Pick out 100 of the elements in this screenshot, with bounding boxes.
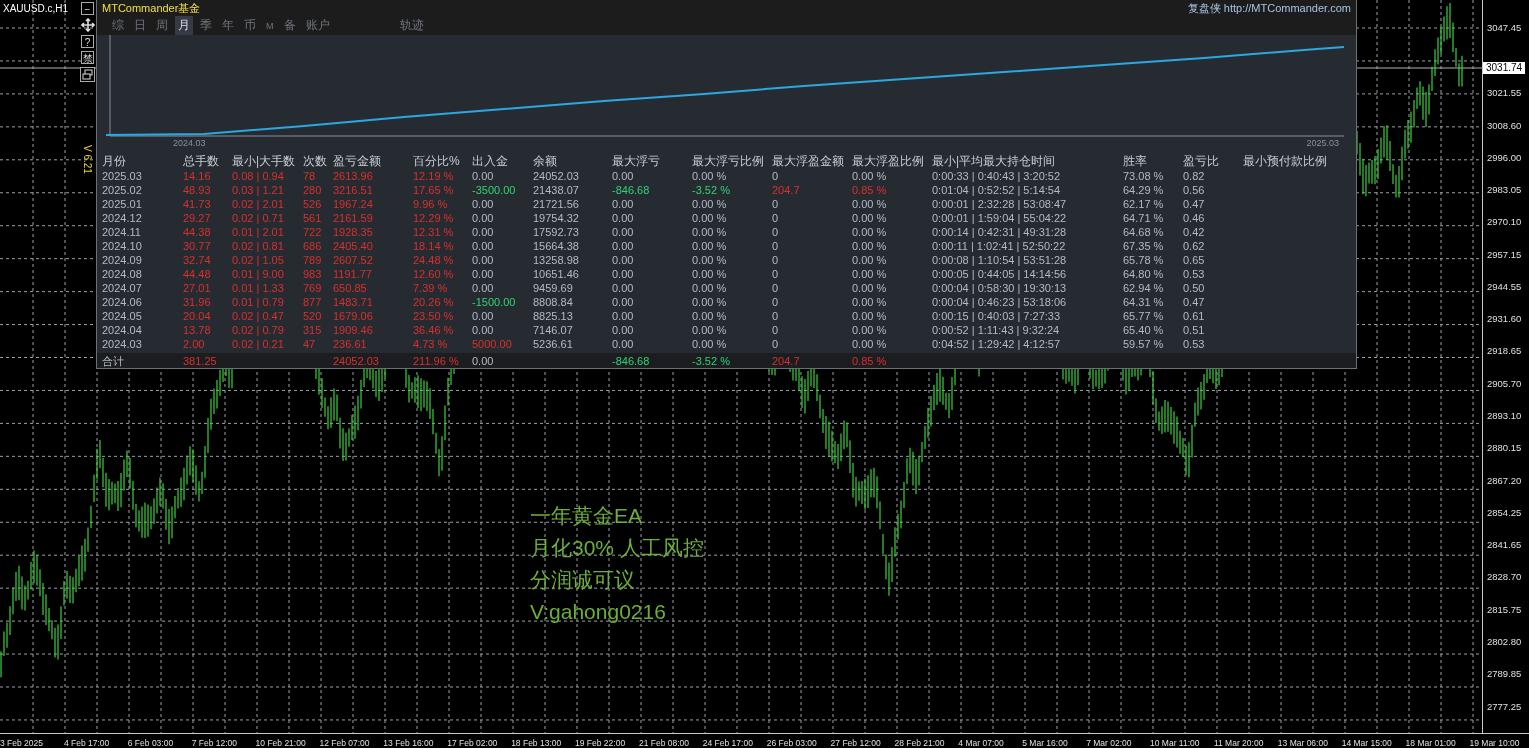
time-label: 24 Feb 17:00 (702, 737, 754, 748)
table-cell-text: 877 (303, 295, 323, 309)
help-button[interactable]: ? (81, 35, 94, 48)
table-cell-text: 1679.06 (333, 309, 374, 323)
table-cell-text: 2613.96 (333, 169, 374, 183)
time-label: 11 Mar 20:00 (1213, 737, 1265, 748)
table-cell-text: 14.16 (183, 169, 212, 183)
time-label: 3 Feb 2025 (0, 737, 44, 748)
column-header: 余额 (533, 153, 558, 170)
table-cell-text: 5000.00 (472, 337, 513, 351)
table-cell-text: 1928.35 (333, 225, 374, 239)
table-cell-text: 0.00 % (692, 225, 728, 239)
table-cell-text: 12.31 % (413, 225, 455, 239)
table-cell-text: 1909.46 (333, 323, 374, 337)
table-cell-text: 62.17 % (1123, 197, 1165, 211)
table-cell-text: -3.52 % (692, 183, 731, 197)
table-cell-text: 0.02 | 0.79 (232, 323, 285, 337)
table-cell-text: 24052.03 (533, 169, 580, 183)
column-header: 最大浮亏 (612, 153, 661, 170)
time-label: 4 Mar 07:00 (958, 737, 1005, 748)
table-cell-text: 10651.46 (533, 267, 580, 281)
table-cell-text: 0.01 | 9.00 (232, 267, 285, 281)
table-cell-text: -846.68 (612, 183, 651, 197)
table-cell-text: -846.68 (612, 353, 651, 368)
table-cell-text: 722 (303, 225, 323, 239)
table-cell-text: 0.02 | 0.47 (232, 309, 285, 323)
table-cell-text: 64.71 % (1123, 211, 1165, 225)
price-label: 2905.70 (1486, 377, 1523, 391)
table-cell-text: 0.00 (472, 309, 495, 323)
table-cell-text: 280 (303, 183, 323, 197)
table-cell-text: 7.39 % (413, 281, 449, 295)
price-label: 2828.70 (1486, 571, 1523, 585)
website-link[interactable]: 复盘侠 http://MTCommander.com (1187, 0, 1351, 16)
total-label: 合计 (102, 353, 125, 368)
table-cell-text: 0.01 | 2.01 (232, 225, 285, 239)
table-cell-text: 0.00 % (692, 323, 728, 337)
price-label: 2880.15 (1486, 442, 1523, 456)
table-cell-text: 0.00 (472, 323, 495, 337)
table-cell-text: 0.00 (472, 239, 495, 253)
table-cell-text: 0:00:14 | 0:42:31 | 49:31:28 (932, 225, 1068, 239)
table-cell-text: 15664.38 (533, 239, 580, 253)
period-tab[interactable]: 币 (241, 16, 259, 35)
time-label: 28 Feb 21:00 (894, 737, 946, 748)
table-cell-text: 236.61 (333, 337, 368, 351)
time-label: 7 Mar 02:00 (1086, 737, 1133, 748)
period-tab[interactable]: 日 (131, 16, 149, 35)
period-tab[interactable]: 周 (153, 16, 171, 35)
trail-tab[interactable]: 轨迹 (396, 16, 427, 35)
table-cell-text: 0.42 (1183, 225, 1206, 239)
table-cell-text: 78 (303, 169, 317, 183)
table-cell-text: 0.47 (1183, 295, 1206, 309)
minimize-button[interactable]: − (81, 2, 94, 15)
table-cell-text: 64.29 % (1123, 183, 1165, 197)
table-cell-text: -3500.00 (472, 183, 517, 197)
time-label: 5 Mar 16:00 (1022, 737, 1069, 748)
period-tab[interactable]: 账户 (302, 16, 333, 35)
table-cell-text: 0.00 % (852, 309, 888, 323)
price-label: 2970.10 (1486, 216, 1523, 230)
block-button[interactable]: 禁 (81, 51, 94, 64)
table-cell-text: 0.00 (472, 353, 495, 368)
table-cell-text: 204.7 (772, 353, 801, 368)
table-cell-text: 59.57 % (1123, 337, 1165, 351)
period-tab[interactable]: 综 (109, 16, 127, 35)
axis-label: 2025.03 (1306, 138, 1339, 150)
period-tab[interactable]: M (263, 19, 277, 32)
column-header: 出入金 (472, 153, 509, 170)
table-cell-text: 0 (772, 169, 780, 183)
table-cell-text: 0.00 (612, 239, 635, 253)
symbol-label: XAUUSD.c,H1 (3, 3, 68, 14)
period-tab[interactable]: 月 (175, 16, 193, 35)
table-cell-text: 0.02 | 0.71 (232, 211, 285, 225)
table-cell-text: 0:00:33 | 0:40:43 | 3:20:52 (932, 169, 1062, 183)
time-label: 21 Feb 08:00 (638, 737, 690, 748)
table-cell-text: 64.68 % (1123, 225, 1165, 239)
period-tab[interactable]: 季 (197, 16, 215, 35)
table-cell-text: 0:00:01 | 2:32:28 | 53:08:47 (932, 197, 1068, 211)
price-label: 2893.10 (1486, 410, 1523, 424)
table-cell-text: 0.00 % (852, 239, 888, 253)
table-cell-text: 0.02 | 1.05 (232, 253, 285, 267)
table-cell-text: 65.40 % (1123, 323, 1165, 337)
table-cell-text: 32.74 (183, 253, 212, 267)
table-cell-text: 73.08 % (1123, 169, 1165, 183)
period-tab[interactable]: 备 (280, 16, 299, 35)
table-cell-text: 0:00:05 | 0:44:05 | 14:14:56 (932, 267, 1068, 281)
move-icon[interactable] (80, 18, 95, 32)
price-label: 2777.25 (1486, 700, 1523, 714)
table-cell-text: 0 (772, 281, 780, 295)
table-cell-text: 561 (303, 211, 323, 225)
time-label: 18 Feb 13:00 (511, 737, 563, 748)
table-cell-text: 2024.08 (102, 267, 143, 281)
price-label: 2789.85 (1486, 668, 1523, 682)
table-cell-text: 0.00 (612, 169, 635, 183)
table-cell-text: 204.7 (772, 183, 801, 197)
table-cell-text: 0.00 % (692, 211, 728, 225)
restore-icon[interactable] (80, 67, 95, 82)
table-cell-text: 0.03 | 1.21 (232, 183, 285, 197)
period-tab[interactable]: 年 (219, 16, 237, 35)
table-cell-text: 3216.51 (333, 183, 374, 197)
column-header: 百分比% (413, 153, 461, 170)
table-cell-text: 9459.69 (533, 281, 574, 295)
